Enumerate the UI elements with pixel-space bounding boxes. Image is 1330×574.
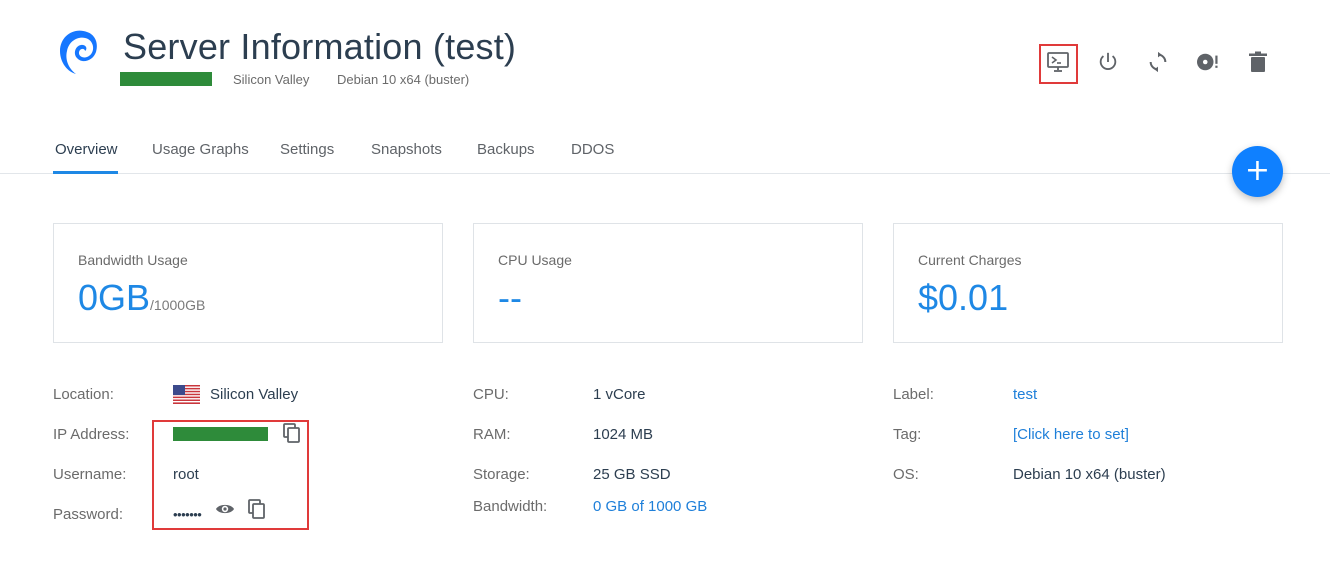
reinstall-icon (1197, 53, 1218, 71)
cpu-card-label: CPU Usage (498, 252, 572, 268)
storage-label: Storage: (473, 466, 530, 483)
bandwidth-card: Bandwidth Usage 0GB/1000GB (53, 223, 443, 343)
ip-address-label: IP Address: (53, 426, 130, 443)
location-label: Location: (53, 386, 114, 403)
header-location: Silicon Valley (233, 72, 310, 87)
page-title: Server Information (test) (123, 26, 517, 67)
bandwidth-total: /1000GB (150, 297, 206, 313)
server-label-link[interactable]: test (1013, 386, 1037, 404)
tab-backups[interactable]: Backups (477, 141, 535, 159)
reinstall-button[interactable] (1189, 43, 1227, 81)
status-bar (120, 72, 212, 86)
ram-value: 1024 MB (593, 426, 654, 443)
plus-icon: + (1244, 152, 1271, 188)
charges-card: Current Charges $0.01 (893, 223, 1283, 343)
restart-icon (1149, 51, 1167, 73)
power-button[interactable] (1089, 43, 1127, 81)
username-label: Username: (53, 466, 127, 483)
bandwidth-card-label: Bandwidth Usage (78, 252, 188, 268)
os-label: OS: (893, 466, 919, 483)
bandwidth-card-value: 0GB/1000GB (78, 278, 205, 325)
tag-link[interactable]: [Click here to set] (1013, 426, 1129, 444)
active-tab-indicator (53, 171, 118, 174)
os-value: Debian 10 x64 (buster) (1013, 466, 1166, 483)
charges-card-label: Current Charges (918, 252, 1022, 268)
cpu-label: CPU: (473, 386, 509, 403)
trash-icon (1249, 51, 1267, 72)
server-label-label: Label: (893, 386, 934, 403)
password-label: Password: (53, 506, 124, 523)
cpu-value: 1 vCore (593, 386, 646, 403)
tab-overview[interactable]: Overview (55, 141, 118, 159)
bandwidth-link[interactable]: 0 GB of 1000 GB (593, 498, 707, 516)
add-button[interactable]: + (1232, 146, 1283, 197)
tab-snapshots[interactable]: Snapshots (371, 141, 442, 159)
tab-ddos[interactable]: DDOS (571, 141, 614, 159)
bandwidth-label: Bandwidth: (473, 498, 548, 515)
storage-value: 25 GB SSD (593, 466, 671, 483)
tag-label: Tag: (893, 426, 922, 443)
restart-button[interactable] (1139, 43, 1177, 81)
bandwidth-used: 0GB (78, 277, 151, 318)
location-value: Silicon Valley (210, 386, 299, 403)
delete-button[interactable] (1239, 43, 1277, 81)
debian-logo (56, 26, 100, 76)
cpu-card-value: -- (498, 277, 522, 318)
credentials-highlight (152, 420, 309, 530)
charges-card-value: $0.01 (918, 277, 1009, 318)
tab-usage-graphs[interactable]: Usage Graphs (152, 141, 249, 159)
header-os: Debian 10 x64 (buster) (337, 72, 470, 87)
tab-bar: Overview Usage Graphs Settings Snapshots… (0, 130, 1330, 174)
console-highlight (1039, 44, 1078, 84)
cpu-card: CPU Usage -- (473, 223, 863, 343)
us-flag-icon (173, 385, 200, 404)
tab-settings[interactable]: Settings (280, 141, 334, 159)
ram-label: RAM: (473, 426, 511, 443)
power-icon (1099, 52, 1117, 70)
